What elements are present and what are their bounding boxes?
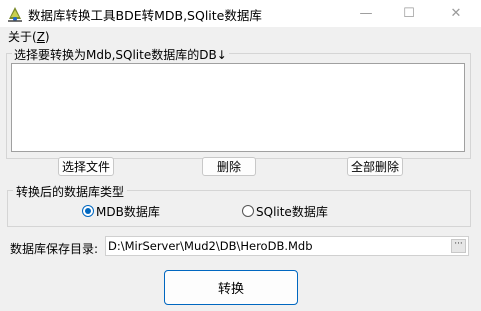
save-dir-input[interactable]: D:\MirServer\Mud2\DB\HeroDB.Mdb ··· [105, 236, 469, 256]
window-title: 数据库转换工具BDE转MDB,SQlite数据库 [28, 8, 262, 23]
close-button[interactable]: ✕ [433, 0, 479, 27]
delete-all-button[interactable]: 全部删除 [347, 157, 403, 176]
mdb-radio[interactable] [82, 205, 94, 217]
save-dir-value: D:\MirServer\Mud2\DB\HeroDB.Mdb [108, 239, 313, 253]
title-bar: 数据库转换工具BDE转MDB,SQlite数据库 — ☐ ✕ [0, 0, 481, 27]
menu-about-accelerator: Z [36, 30, 45, 44]
source-file-group-label: 选择要转换为Mdb,SQlite数据库的DB↓ [12, 46, 229, 63]
browse-button[interactable]: ··· [451, 239, 466, 253]
menu-bar: 关于(Z) [0, 27, 481, 45]
db-type-group-label: 转换后的数据库类型 [13, 183, 128, 200]
sqlite-radio-label[interactable]: SQlite数据库 [256, 203, 328, 220]
save-dir-label: 数据库保存目录: [10, 242, 99, 256]
mdb-radio-label[interactable]: MDB数据库 [96, 203, 160, 220]
sqlite-radio[interactable] [242, 205, 254, 217]
menu-about-label: 关于( [8, 30, 37, 44]
source-file-list[interactable] [11, 63, 465, 152]
app-icon [8, 7, 22, 22]
convert-button[interactable]: 转换 [164, 270, 298, 305]
select-file-button[interactable]: 选择文件 [58, 157, 114, 176]
minimize-button[interactable]: — [343, 0, 389, 27]
menu-about-end: ) [44, 30, 50, 44]
menu-about[interactable]: 关于(Z) [8, 28, 50, 45]
maximize-button[interactable]: ☐ [386, 0, 432, 27]
delete-button[interactable]: 删除 [202, 157, 256, 176]
